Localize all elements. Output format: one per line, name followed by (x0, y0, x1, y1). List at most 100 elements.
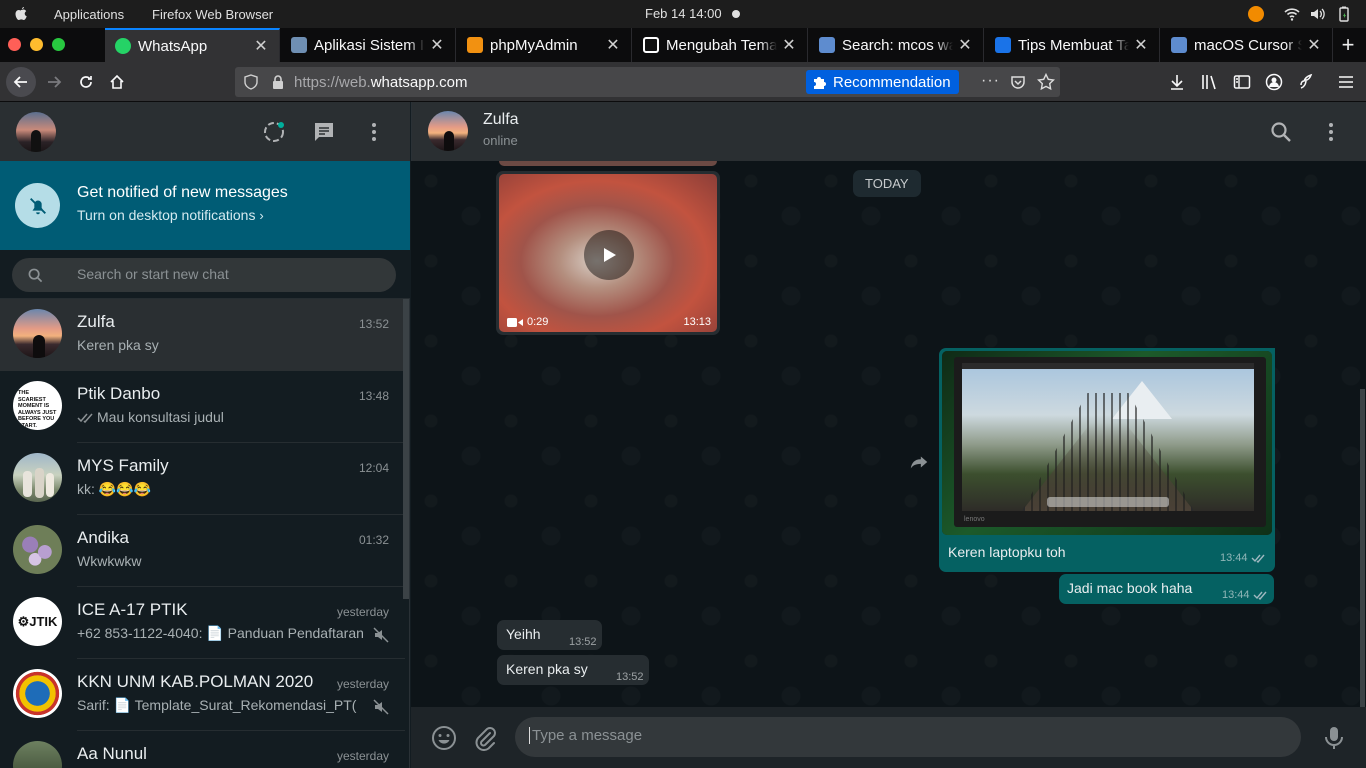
download-icon[interactable] (1169, 74, 1185, 90)
avatar (13, 309, 62, 358)
tab-title: Aplikasi Sistem Informasi (314, 36, 425, 54)
message-text: Jadi mac book haha (1067, 580, 1193, 596)
battery-icon[interactable] (1336, 6, 1352, 22)
search-icon (28, 268, 43, 283)
chat-name: Ptik Danbo (77, 384, 161, 403)
chat-item-mys-family[interactable]: MYS Family 12:04 kk: 😂😂😂 (0, 443, 405, 515)
notification-banner[interactable]: Get notified of new messages Turn on des… (0, 161, 410, 250)
browser-tab-strip: WhatsApp ✕ Aplikasi Sistem Informasi ✕ p… (0, 28, 1366, 62)
menu-icon[interactable] (1319, 120, 1343, 144)
menu-icon[interactable] (362, 120, 386, 144)
message-area[interactable]: TODAY 0:29 13:13 lenovo Keren laptopku t… (411, 161, 1366, 707)
message-incoming[interactable]: Yeihh 13:52 (497, 620, 602, 650)
volume-icon[interactable] (1309, 6, 1325, 22)
apple-icon[interactable] (13, 6, 29, 22)
new-tab-button[interactable]: + (1336, 30, 1360, 60)
play-button[interactable] (584, 230, 634, 280)
chat-item-andika[interactable]: Andika 01:32 Wkwkwkw (0, 515, 405, 587)
sidebar-scrollbar[interactable] (403, 299, 409, 599)
chat-preview: Wkwkwkw (77, 553, 142, 569)
message-incoming[interactable]: Keren pka sy 13:52 (497, 655, 649, 685)
chat-item-zulfa[interactable]: Zulfa 13:52 Keren pka sy (0, 299, 405, 371)
forward-button[interactable] (40, 68, 68, 96)
home-button[interactable] (103, 68, 131, 96)
search-box[interactable] (12, 258, 396, 292)
message-composer[interactable] (515, 717, 1301, 757)
mic-icon[interactable] (1321, 725, 1347, 751)
hamburger-menu-icon[interactable] (1338, 74, 1354, 90)
address-bar[interactable]: https://web.whatsapp.com Recommendation … (235, 67, 1060, 97)
whatsapp-app: Get notified of new messages Turn on des… (0, 102, 1366, 768)
tab-title: Mengubah Tema (666, 36, 777, 54)
image-attachment[interactable]: lenovo (942, 351, 1272, 535)
k-favicon-icon (995, 37, 1011, 53)
tab-macos-cursor[interactable]: macOS Cursor Set ✕ (1161, 28, 1333, 62)
tab-whatsapp[interactable]: WhatsApp ✕ (105, 28, 280, 62)
update-icon[interactable] (1248, 6, 1264, 22)
library-icon[interactable] (1201, 74, 1219, 90)
close-tab-icon[interactable]: ✕ (953, 35, 977, 55)
url-text[interactable]: https://web.whatsapp.com (294, 74, 467, 91)
lock-icon[interactable] (271, 74, 285, 90)
chat-item-aa-nunul[interactable]: Aa Nunul yesterday (0, 731, 405, 768)
tab-tips-membuat[interactable]: Tips Membuat Tampilan ✕ (985, 28, 1160, 62)
status-icon[interactable] (262, 120, 286, 144)
page-actions-icon[interactable]: ··· (981, 72, 1000, 90)
close-tab-icon[interactable]: ✕ (601, 35, 625, 55)
close-tab-icon[interactable]: ✕ (1129, 35, 1153, 55)
my-avatar[interactable] (16, 112, 56, 152)
conversation-panel: Zulfa online TODAY 0:29 13:13 lenovo Ker… (411, 102, 1366, 768)
chat-time: 01:32 (358, 533, 389, 547)
new-chat-icon[interactable] (312, 120, 336, 144)
shield-icon[interactable] (243, 74, 259, 90)
close-tab-icon[interactable]: ✕ (425, 35, 449, 55)
account-icon[interactable] (1265, 73, 1283, 91)
chat-item-kkn-unm[interactable]: KKN UNM KAB.POLMAN 2020 yesterday Sarif:… (0, 659, 405, 731)
avatar (13, 453, 62, 502)
sidebar-toggle-icon[interactable] (1233, 74, 1251, 90)
contact-avatar[interactable] (428, 111, 468, 151)
star-icon[interactable] (1037, 73, 1055, 91)
close-window-button[interactable] (8, 38, 21, 51)
close-tab-icon[interactable]: ✕ (249, 36, 273, 56)
conversation-header[interactable]: Zulfa online (411, 102, 1366, 161)
clock[interactable]: Feb 14 14:00 (645, 6, 722, 21)
tab-aplikasi[interactable]: Aplikasi Sistem Informasi ✕ (281, 28, 456, 62)
message-outgoing[interactable]: Jadi mac book haha 13:44 (1059, 574, 1274, 604)
emoji-icon[interactable] (431, 725, 457, 751)
message-input[interactable] (529, 727, 1279, 744)
tab-search-mcos[interactable]: Search: mcos wallpaper ✕ (809, 28, 984, 62)
reload-button[interactable] (72, 68, 100, 96)
close-tab-icon[interactable]: ✕ (1302, 35, 1326, 55)
notification-subtitle-link[interactable]: Turn on desktop notifications › (77, 207, 264, 223)
forward-icon[interactable] (908, 451, 930, 473)
recommendation-button[interactable]: Recommendation (806, 70, 959, 94)
chat-item-ptik-danbo[interactable]: THE SCARIEST MOMENT IS ALWAYS JUST BEFORE Y… (0, 371, 405, 443)
video-thumbnail[interactable]: 0:29 13:13 (499, 174, 717, 332)
video-message[interactable]: 0:29 13:13 (496, 171, 720, 335)
back-button[interactable] (6, 67, 36, 97)
composer-bar (411, 707, 1366, 768)
contact-status: online (483, 133, 518, 148)
close-tab-icon[interactable]: ✕ (777, 35, 801, 55)
medium-favicon-icon (643, 37, 659, 53)
minimize-window-button[interactable] (30, 38, 43, 51)
arrow-right-icon (48, 76, 62, 88)
extension-icon[interactable] (1297, 73, 1315, 91)
menu-firefox[interactable]: Firefox Web Browser (152, 7, 273, 22)
search-input[interactable] (77, 266, 377, 282)
wifi-icon[interactable] (1284, 6, 1300, 22)
maximize-window-button[interactable] (52, 38, 65, 51)
tab-phpmyadmin[interactable]: phpMyAdmin ✕ (457, 28, 632, 62)
image-message[interactable]: lenovo Keren laptopku toh 13:44 (939, 348, 1275, 572)
tab-mengubah-tema[interactable]: Mengubah Tema ✕ (633, 28, 808, 62)
search-icon[interactable] (1269, 120, 1293, 144)
pocket-icon[interactable] (1010, 74, 1026, 90)
notification-title: Get notified of new messages (77, 184, 288, 201)
chat-item-ice-a17[interactable]: ⚙ JTIK ICE A-17 PTIK yesterday +62 853-11… (0, 587, 405, 659)
message-scrollbar[interactable] (1360, 389, 1365, 707)
date-divider: TODAY (853, 170, 921, 197)
whatsapp-favicon-icon (115, 38, 131, 54)
menu-applications[interactable]: Applications (54, 7, 124, 22)
attach-icon[interactable] (472, 725, 498, 751)
